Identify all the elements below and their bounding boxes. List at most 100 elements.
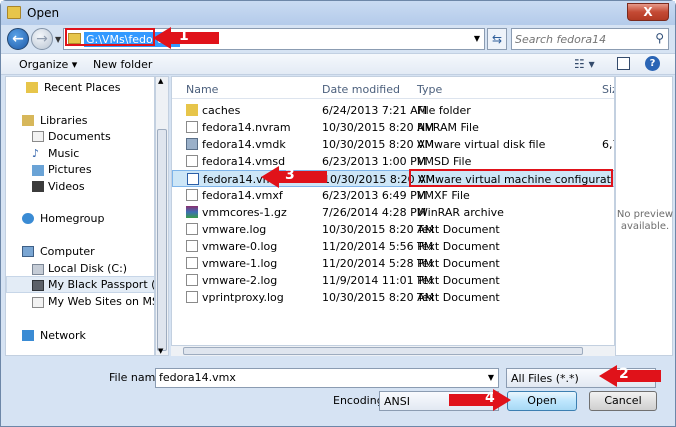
file-type: VMSD File <box>417 155 472 168</box>
column-type[interactable]: Type <box>417 83 442 96</box>
encoding-value: ANSI <box>384 395 410 408</box>
scroll-down-icon[interactable]: ▼ <box>158 347 163 355</box>
cancel-button[interactable]: Cancel <box>589 391 657 411</box>
file-row[interactable]: fedora14.vmxf 6/23/2013 6:49 PM VMXF Fil… <box>172 187 614 204</box>
file-name: caches <box>202 104 241 117</box>
sidebar-item-network[interactable]: Network <box>40 329 86 344</box>
file-date: 7/26/2014 4:28 PM <box>322 206 427 219</box>
scrollbar-thumb[interactable] <box>157 129 167 351</box>
file-type: WinRAR archive <box>417 206 504 219</box>
sidebar-item-computer[interactable]: Computer <box>40 245 95 260</box>
sidebar-item-recent-places[interactable]: Recent Places <box>44 81 121 96</box>
address-bar[interactable]: G:\VMs\fedora14 ▼ <box>63 28 485 50</box>
file-date: 6/23/2013 6:49 PM <box>322 189 427 202</box>
text-file-icon <box>186 291 198 303</box>
disk-file-icon <box>186 138 198 150</box>
file-size: 6,7 <box>602 138 614 151</box>
file-type: File folder <box>417 104 471 117</box>
sidebar-item-my-black-passport[interactable]: My Black Passport (G:) <box>48 278 154 293</box>
file-name: fedora14.vmsd <box>202 155 286 168</box>
file-row[interactable]: vprintproxy.log 10/30/2015 8:20 AM Text … <box>172 289 614 306</box>
open-dialog: Open X ← → ▼ G:\VMs\fedora14 ▼ ⇆ ⚲ Organ… <box>0 0 676 427</box>
sidebar-item-pictures[interactable]: Pictures <box>48 163 92 178</box>
music-icon: ♪ <box>32 147 40 160</box>
file-type-filter[interactable]: All Files (*.*) <box>506 368 656 388</box>
file-row[interactable]: caches 6/24/2013 7:21 AM File folder <box>172 102 614 119</box>
chevron-down-icon[interactable]: ▼ <box>488 373 494 382</box>
scroll-up-icon[interactable]: ▲ <box>158 77 163 85</box>
network-icon <box>22 330 34 341</box>
folder-icon <box>68 33 81 44</box>
file-list-hscrollbar[interactable] <box>171 345 615 356</box>
address-path[interactable]: G:\VMs\fedora14 <box>84 32 181 47</box>
open-button[interactable]: Open <box>507 391 577 411</box>
file-row[interactable]: fedora14.vmsd 6/23/2013 1:00 PM VMSD Fil… <box>172 153 614 170</box>
file-row[interactable]: vmware-0.log 11/20/2014 5:56 PM Text Doc… <box>172 238 614 255</box>
file-type: VMXF File <box>417 189 470 202</box>
sidebar-item-local-disk[interactable]: Local Disk (C:) <box>48 262 127 277</box>
file-row[interactable]: vmware-1.log 11/20/2014 5:28 PM Text Doc… <box>172 255 614 272</box>
folder-icon <box>7 6 21 19</box>
web-sites-icon <box>32 297 44 308</box>
views-icon[interactable]: ☷ ▾ <box>574 57 595 71</box>
sidebar-item-homegroup[interactable]: Homegroup <box>40 212 104 227</box>
search-icon[interactable]: ⚲ <box>655 31 664 45</box>
pictures-icon <box>32 165 44 176</box>
file-name: vmware-0.log <box>202 240 278 253</box>
file-type: VMware virtual machine configuration <box>418 173 615 186</box>
preview-pane-icon[interactable] <box>617 57 630 70</box>
file-row[interactable]: vmmcores-1.gz 7/26/2014 4:28 PM WinRAR a… <box>172 204 614 221</box>
file-type: Text Document <box>417 257 500 270</box>
search-box[interactable]: ⚲ <box>511 28 669 50</box>
chevron-down-icon[interactable]: ▼ <box>488 396 494 405</box>
title-bar: Open X <box>1 1 675 25</box>
new-folder-button[interactable]: New folder <box>93 58 152 71</box>
search-input[interactable] <box>515 31 645 47</box>
back-button[interactable]: ← <box>7 28 29 50</box>
sidebar-item-music[interactable]: Music <box>48 147 79 162</box>
column-size[interactable]: Siz <box>602 83 614 96</box>
scrollbar-thumb[interactable] <box>183 347 583 355</box>
organize-button[interactable]: Organize ▾ <box>19 58 77 71</box>
file-type: Text Document <box>417 223 500 236</box>
encoding-select[interactable]: ANSI ▼ <box>379 391 499 411</box>
file-row[interactable]: fedora14.vmdk 10/30/2015 8:20 AM VMware … <box>172 136 614 153</box>
filename-field[interactable]: ▼ <box>155 368 499 388</box>
file-name: vmware.log <box>202 223 267 236</box>
close-button[interactable]: X <box>627 3 669 21</box>
history-dropdown-icon[interactable]: ▼ <box>55 35 61 44</box>
libraries-icon <box>22 115 34 126</box>
file-type: Text Document <box>417 291 500 304</box>
archive-icon <box>186 206 198 218</box>
sidebar-item-libraries[interactable]: Libraries <box>40 114 88 129</box>
filename-input[interactable] <box>159 371 479 384</box>
documents-icon <box>32 131 44 142</box>
filter-value: All Files (*.*) <box>511 372 579 385</box>
forward-button[interactable]: → <box>31 28 53 50</box>
help-icon[interactable]: ? <box>645 56 660 71</box>
file-name: vmware-2.log <box>202 274 278 287</box>
column-name[interactable]: Name <box>186 83 218 96</box>
text-file-icon <box>186 274 198 286</box>
file-name: fedora14.vmxf <box>202 189 283 202</box>
homegroup-icon <box>22 213 34 224</box>
file-row-selected[interactable]: fedora14.vmx 10/30/2015 8:20 AM VMware v… <box>172 170 615 187</box>
file-type: NVRAM File <box>417 121 479 134</box>
sidebar-item-videos[interactable]: Videos <box>48 180 85 195</box>
file-icon <box>186 121 198 133</box>
refresh-button[interactable]: ⇆ <box>487 28 507 50</box>
chevron-down-icon[interactable]: ▼ <box>474 34 480 43</box>
text-file-icon <box>186 240 198 252</box>
file-name: fedora14.nvram <box>202 121 291 134</box>
recent-places-icon <box>26 82 38 93</box>
column-date-modified[interactable]: Date modified <box>322 83 400 96</box>
file-row[interactable]: fedora14.nvram 10/30/2015 8:20 AM NVRAM … <box>172 119 614 136</box>
file-row[interactable]: vmware-2.log 11/9/2014 11:01 PM Text Doc… <box>172 272 614 289</box>
sidebar-item-my-web-sites[interactable]: My Web Sites on MSN <box>48 295 154 310</box>
text-file-icon <box>186 223 198 235</box>
file-date: 6/23/2013 1:00 PM <box>322 155 427 168</box>
sidebar-scrollbar[interactable]: ▲ ▼ <box>155 76 169 356</box>
sidebar-item-documents[interactable]: Documents <box>48 130 111 145</box>
text-file-icon <box>186 257 198 269</box>
file-row[interactable]: vmware.log 10/30/2015 8:20 AM Text Docum… <box>172 221 614 238</box>
